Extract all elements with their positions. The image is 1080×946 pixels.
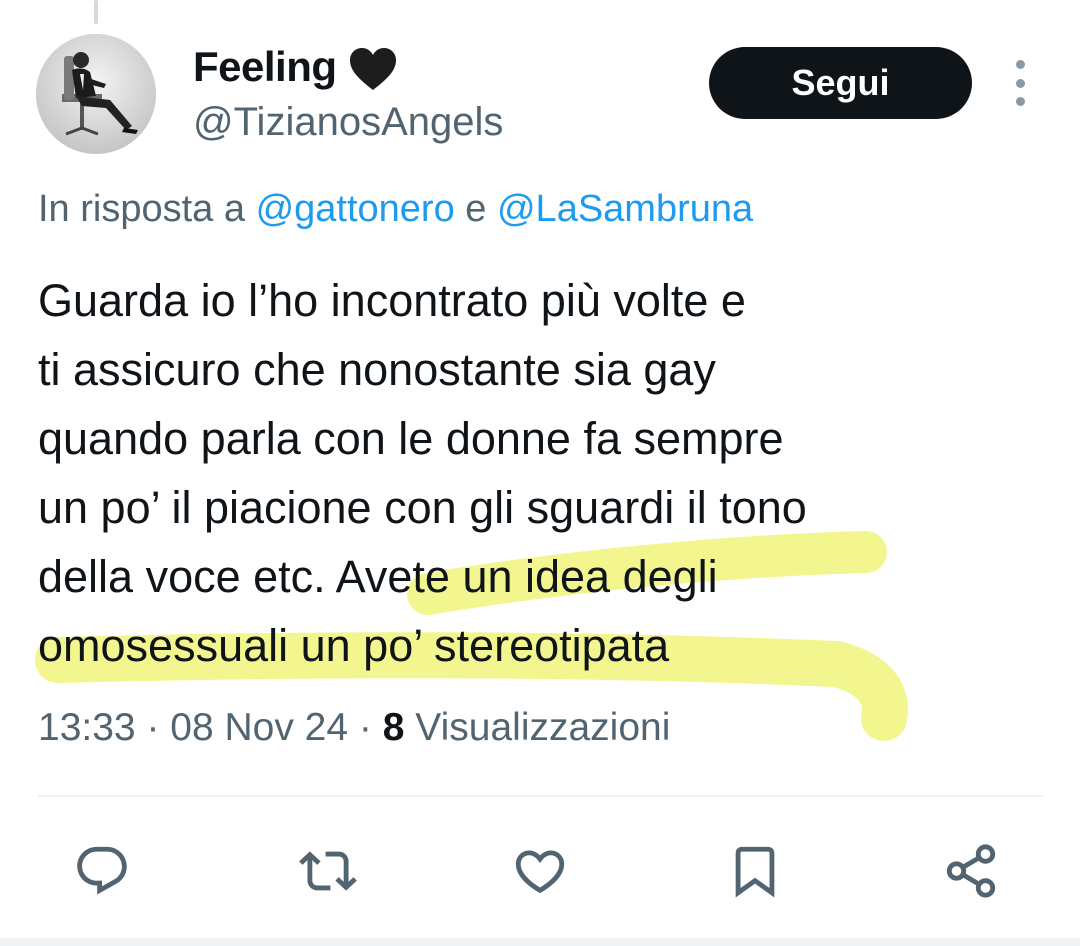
tweet-time[interactable]: 13:33 <box>38 706 136 749</box>
mention-link-gattonero[interactable]: @gattonero <box>256 188 455 230</box>
tweet-text: Guarda io l’ho incontrato più volte e ti… <box>38 266 1048 680</box>
tweet-text-line: Guarda io l’ho incontrato più volte e <box>38 275 746 326</box>
views-label[interactable]: Visualizzazioni <box>415 706 670 749</box>
more-vertical-icon[interactable] <box>1008 60 1032 106</box>
thread-connector-line <box>94 0 98 24</box>
share-icon <box>946 844 996 898</box>
bookmark-icon <box>735 846 775 898</box>
follow-button[interactable]: Segui <box>709 47 972 119</box>
divider <box>38 795 1044 797</box>
reply-icon <box>77 846 127 895</box>
bottom-separator <box>0 938 1080 946</box>
reply-joiner: e <box>465 188 487 230</box>
tweet-text-line: un po’ il piacione con gli sguardi il to… <box>38 482 807 533</box>
reply-context: In risposta a @gattonero e @LaSambruna <box>38 188 753 231</box>
retweet-button[interactable] <box>293 836 363 906</box>
avatar-photo <box>36 34 156 154</box>
black-heart-icon <box>347 46 399 92</box>
tweet-text-line: quando parla con le donne fa sempre <box>38 413 784 464</box>
meta-separator: · <box>146 706 171 749</box>
display-name-row[interactable]: Feeling <box>193 42 399 92</box>
meta-separator: · <box>358 706 383 749</box>
bookmark-button[interactable] <box>720 836 790 906</box>
views-count[interactable]: 8 <box>383 706 405 749</box>
display-name[interactable]: Feeling <box>193 43 337 91</box>
reply-prefix: In risposta a <box>38 188 245 230</box>
mention-link-lasambruna[interactable]: @LaSambruna <box>497 188 753 230</box>
retweet-icon <box>299 851 357 891</box>
like-button[interactable] <box>505 836 575 906</box>
avatar[interactable] <box>36 34 156 154</box>
tweet-text-line: della voce etc. Avete un idea degli <box>38 551 718 602</box>
user-handle[interactable]: @TizianosAngels <box>193 100 503 145</box>
tweet-text-line: ti assicuro che nonostante sia gay <box>38 344 716 395</box>
share-button[interactable] <box>936 836 1006 906</box>
tweet-date[interactable]: 08 Nov 24 <box>170 706 348 749</box>
tweet-meta: 13:33 · 08 Nov 24 · 8 Visualizzazioni <box>38 706 670 750</box>
reply-button[interactable] <box>67 836 137 906</box>
tweet-text-line: omosessuali un po’ stereotipata <box>38 620 670 671</box>
like-icon <box>515 850 565 894</box>
